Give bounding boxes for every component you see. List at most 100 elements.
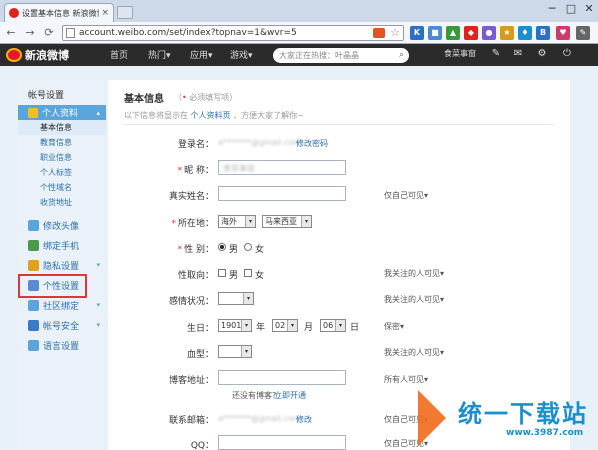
page-title: 基本信息 (124, 94, 164, 105)
extension-icon[interactable]: ♦ (518, 26, 532, 40)
browser-tab[interactable]: 设置基本信息 新浪微博-隐 × (4, 3, 114, 22)
maximize-icon[interactable]: □ (562, 2, 580, 15)
sidebar-sub-domain[interactable]: 个性域名 (18, 180, 106, 195)
settings-sidebar: 帐号设置 个人资料 ▴ 基本信息 教育信息 职业信息 个人标签 个性域名 收货地… (18, 80, 106, 450)
user-name-link[interactable]: 食菜事窗 (444, 48, 476, 59)
sidebar-item-phone[interactable]: 绑定手机 (18, 236, 106, 254)
search-icon[interactable]: ⌕ (399, 48, 404, 63)
qq-label: QQ： (190, 441, 214, 450)
dropdown-arrow-icon: ▾ (241, 346, 251, 357)
required-star: * (177, 245, 183, 255)
sidebar-sub-career[interactable]: 职业信息 (18, 150, 106, 165)
weibo-top-nav: 新浪微博 首页 热门▾ 应用▾ 游戏▾ 大家正在热搜：叶晶晶 ⌕ 食菜事窗 ✎ … (0, 44, 598, 66)
watermark-logo-icon (418, 390, 446, 446)
nav-hot[interactable]: 热门▾ (148, 48, 171, 61)
wrench-icon[interactable]: ✎ (576, 26, 590, 40)
blog-privacy-select[interactable]: 所有人可见▾ (384, 374, 428, 385)
sidebar-item-language[interactable]: 语言设置 (18, 336, 106, 354)
edit-icon[interactable]: ✎ (490, 48, 502, 60)
required-star: * (171, 219, 176, 229)
blood-type-select[interactable]: ▾ (218, 345, 252, 358)
region-select[interactable]: 马来西亚 ▾ (262, 215, 312, 228)
birth-day-select[interactable]: 06 ▾ (320, 319, 346, 332)
power-icon[interactable]: ⏻ (561, 48, 573, 60)
blog-label: 博客地址： (168, 376, 214, 386)
settings-gear-icon[interactable]: ⚙ (536, 48, 548, 60)
nav-apps[interactable]: 应用▾ (190, 48, 213, 61)
gender-male-radio[interactable] (218, 243, 226, 251)
orientation-male-checkbox[interactable] (218, 269, 226, 277)
dropdown-arrow-icon: ▾ (241, 320, 251, 331)
logo-text: 新浪微博 (25, 49, 69, 62)
blog-url-field[interactable] (218, 370, 346, 385)
login-value: a*******@gmail.com (218, 138, 301, 147)
note-text: 必须填写项） (186, 93, 238, 102)
realname-field[interactable] (218, 186, 346, 201)
sidebar-item-privacy[interactable]: 隐私设置 ▾ (18, 256, 106, 274)
dropdown-arrow-icon: ▾ (287, 320, 297, 331)
profile-page-link[interactable]: 个人资料页 (191, 111, 231, 120)
extension-icon[interactable]: ● (482, 26, 496, 40)
back-icon[interactable]: ← (3, 25, 19, 41)
country-select[interactable]: 海外 ▾ (218, 215, 256, 228)
extension-icon[interactable]: ♥ (556, 26, 570, 40)
sidebar-sub-education[interactable]: 教育信息 (18, 135, 106, 150)
gender-female-radio[interactable] (244, 243, 252, 251)
minimize-icon[interactable]: ─ (543, 2, 561, 15)
relationship-label: 感情状况： (168, 297, 214, 307)
birth-month-value: 02 (275, 321, 286, 330)
watermark-title: 统一下载站 (458, 400, 588, 428)
rss-icon[interactable] (373, 28, 385, 38)
change-password-link[interactable]: 修改密码 (296, 138, 328, 149)
page-icon (66, 28, 75, 38)
birth-month-select[interactable]: 02 ▾ (272, 319, 298, 332)
relationship-select[interactable]: ▾ (218, 292, 254, 305)
weibo-logo[interactable]: 新浪微博 (6, 47, 69, 63)
sidebar-sub-basic[interactable]: 基本信息 (18, 120, 106, 135)
watermark-url: www.3987.com (506, 428, 584, 438)
extension-icon[interactable]: ★ (500, 26, 514, 40)
new-tab-button[interactable] (117, 6, 133, 19)
nav-games[interactable]: 游戏▾ (230, 48, 253, 61)
chevron-down-icon: ▾ (96, 301, 100, 309)
sidebar-sub-tags[interactable]: 个人标签 (18, 165, 106, 180)
dropdown-arrow-icon: ▾ (335, 320, 345, 331)
desc-prefix: 以下信息将显示在 (124, 111, 191, 120)
sidebar-item-community[interactable]: 社区绑定 ▾ (18, 296, 106, 314)
sidebar-item-security[interactable]: 帐号安全 ▾ (18, 316, 106, 334)
community-icon (28, 299, 39, 311)
nav-home[interactable]: 首页 (110, 48, 128, 61)
blood-privacy-select[interactable]: 我关注的人可见▾ (384, 347, 444, 358)
orientation-privacy-select[interactable]: 我关注的人可见▾ (384, 268, 444, 279)
sidebar-sub-address[interactable]: 收货地址 (18, 195, 106, 210)
bookmark-star-icon[interactable]: ☆ (390, 26, 400, 40)
birth-year-select[interactable]: 1901 ▾ (218, 319, 252, 332)
relationship-privacy-select[interactable]: 我关注的人可见▾ (384, 294, 444, 305)
birthday-privacy-select[interactable]: 保密▾ (384, 321, 404, 332)
extension-icon[interactable]: ▲ (446, 26, 460, 40)
sidebar-group-personal[interactable]: 个人资料 ▴ (18, 105, 106, 120)
country-value: 海外 (221, 217, 237, 226)
close-window-icon[interactable]: ✕ (580, 2, 598, 15)
extension-icon[interactable]: ◆ (464, 26, 478, 40)
location-label: * 所在地： (114, 216, 214, 229)
address-bar[interactable]: account.weibo.com/set/index?topnav=1&wvr… (62, 25, 404, 41)
forward-icon[interactable]: → (22, 25, 38, 41)
chevron-down-icon: ▾ (96, 321, 100, 329)
open-blog-link[interactable]: 立即开通 (274, 390, 306, 401)
bpa-icon[interactable]: B (536, 26, 550, 40)
k-icon[interactable]: K (410, 26, 424, 40)
reload-icon[interactable]: ⟳ (41, 25, 57, 41)
change-email-link[interactable]: 修改 (296, 414, 312, 425)
shield-icon (28, 319, 39, 331)
gender-female-label: 女 (255, 245, 265, 255)
orientation-female-checkbox[interactable] (244, 269, 252, 277)
qq-field[interactable] (218, 435, 346, 450)
tab-close-icon[interactable]: × (101, 8, 109, 18)
nickname-field[interactable]: 食菜事窗 (218, 160, 346, 175)
extension-icon[interactable]: ■ (428, 26, 442, 40)
mail-icon[interactable]: ✉ (512, 48, 524, 60)
realname-privacy-select[interactable]: 仅自己可见▾ (384, 190, 428, 201)
weibo-search-input[interactable]: 大家正在热搜：叶晶晶 ⌕ (273, 48, 409, 63)
sidebar-item-avatar[interactable]: 修改头像 (18, 216, 106, 234)
